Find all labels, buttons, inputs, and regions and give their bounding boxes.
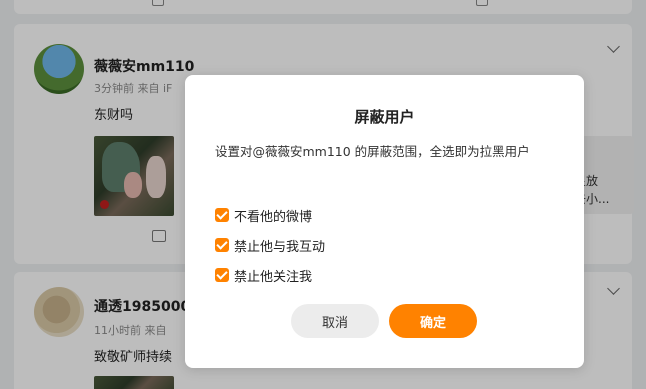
checkbox-checked-icon[interactable] (215, 208, 229, 222)
option-block-follow[interactable]: 禁止他关注我 (215, 266, 313, 285)
checkbox-checked-icon[interactable] (215, 268, 229, 282)
option-label: 禁止他关注我 (234, 269, 313, 285)
option-block-interaction[interactable]: 禁止他与我互动 (215, 236, 326, 255)
option-hide-weibo[interactable]: 不看他的微博 (215, 206, 313, 225)
block-user-dialog: 屏蔽用户 设置对@薇薇安mm110 的屏蔽范围，全选即为拉黑用户 不看他的微博 … (185, 75, 584, 368)
dialog-title: 屏蔽用户 (354, 108, 415, 126)
option-label: 不看他的微博 (234, 209, 313, 225)
dialog-description: 设置对@薇薇安mm110 的屏蔽范围，全选即为拉黑用户 (215, 144, 530, 159)
confirm-button[interactable]: 确定 (389, 304, 477, 338)
checkbox-checked-icon[interactable] (215, 238, 229, 252)
option-label: 禁止他与我互动 (234, 239, 326, 255)
cancel-button[interactable]: 取消 (291, 304, 379, 338)
